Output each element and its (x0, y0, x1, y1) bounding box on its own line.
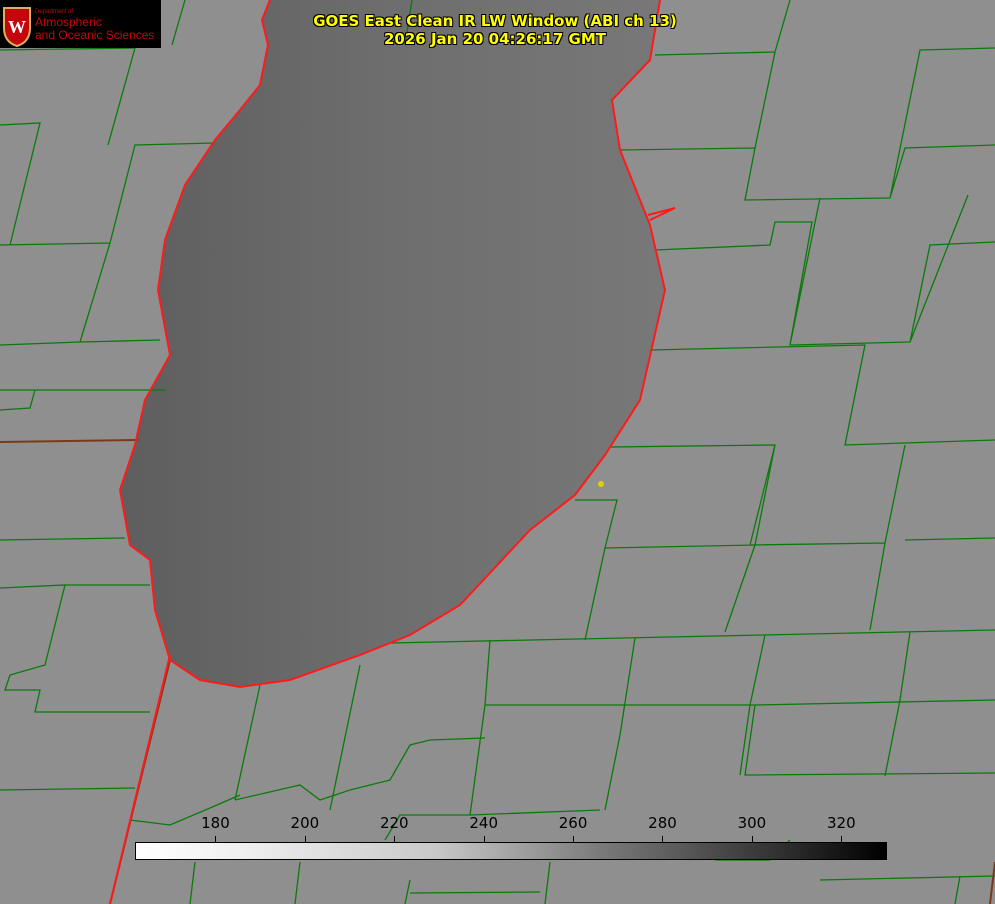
colorbar (135, 842, 887, 860)
colorbar-tick-label: 300 (737, 814, 767, 832)
title-product: GOES East Clean IR LW Window (ABI ch 13) (313, 12, 677, 30)
aos-logo: W Department of Atmospheric and Oceanic … (0, 0, 161, 48)
image-title: GOES East Clean IR LW Window (ABI ch 13)… (240, 12, 750, 48)
svg-text:W: W (8, 17, 26, 37)
colorbar-tick-label: 320 (826, 814, 856, 832)
satellite-map (0, 0, 995, 904)
colorbar-tick-label: 180 (201, 814, 230, 832)
location-marker (598, 481, 604, 487)
satellite-image-viewer: W Department of Atmospheric and Oceanic … (0, 0, 995, 904)
colorbar-tick-label: 280 (648, 814, 677, 832)
colorbar-tick-label: 240 (469, 814, 498, 832)
logo-line2: and Oceanic Sciences (35, 28, 155, 42)
title-timestamp: 2026 Jan 20 04:26:17 GMT (384, 30, 606, 48)
uw-crest-icon: W (3, 7, 31, 48)
colorbar-tick-label: 220 (379, 814, 409, 832)
colorbar-tick-label: 260 (558, 814, 588, 832)
colorbar-tick-label: 200 (290, 814, 320, 832)
